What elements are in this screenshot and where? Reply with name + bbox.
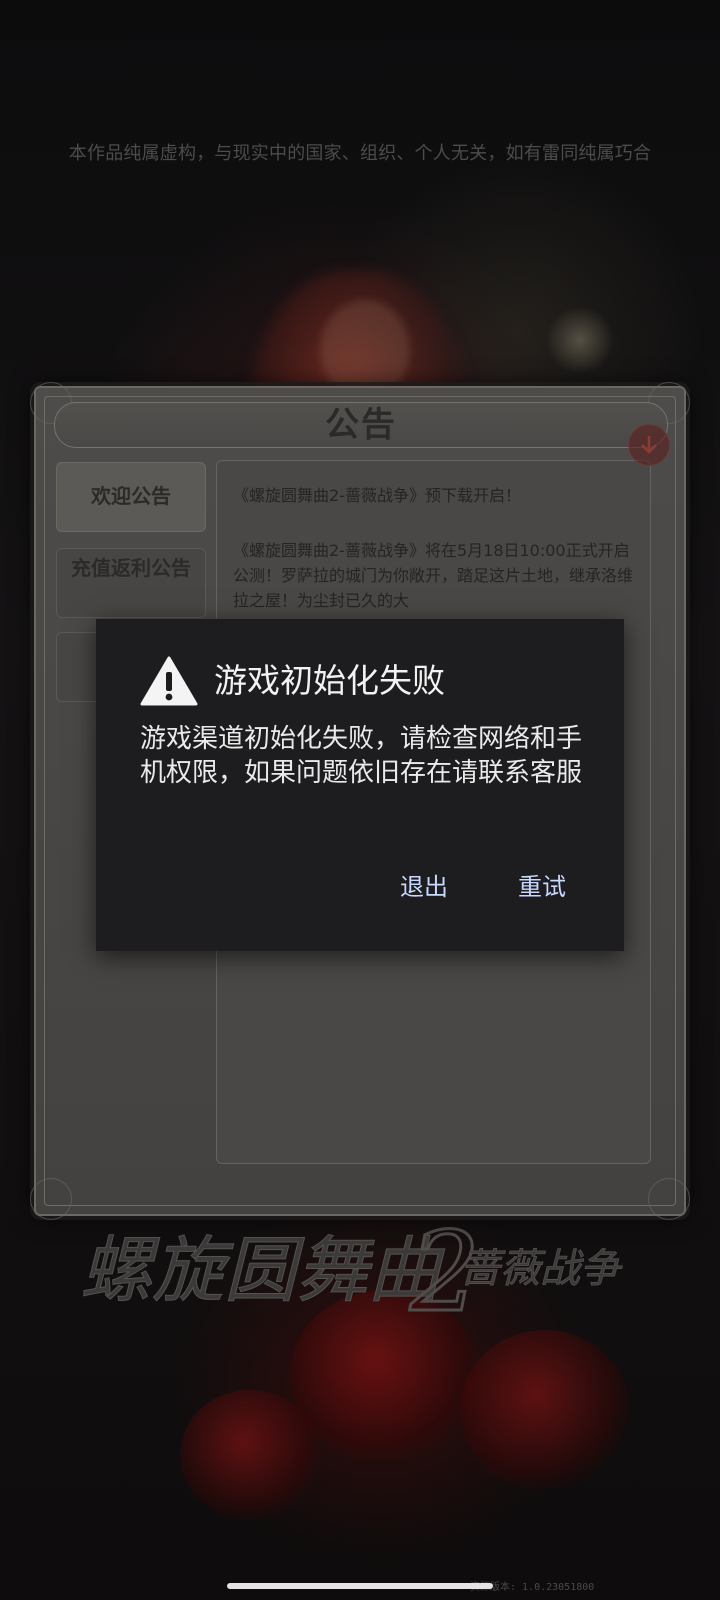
dialog-title: 游戏初始化失败 — [214, 661, 445, 700]
error-dialog: 游戏初始化失败 游戏渠道初始化失败，请检查网络和手机权限，如果问题依旧存在请联系… — [96, 619, 624, 951]
game-screen: 本作品纯属虚构，与现实中的国家、组织、个人无关，如有雷同纯属巧合 螺旋圆舞曲 2… — [0, 0, 720, 1600]
home-indicator[interactable] — [227, 1583, 493, 1589]
dialog-message: 游戏渠道初始化失败，请检查网络和手机权限，如果问题依旧存在请联系客服 — [140, 724, 583, 788]
exit-button[interactable]: 退出 — [400, 865, 448, 909]
warning-icon — [140, 656, 198, 706]
retry-button[interactable]: 重试 — [518, 865, 566, 909]
